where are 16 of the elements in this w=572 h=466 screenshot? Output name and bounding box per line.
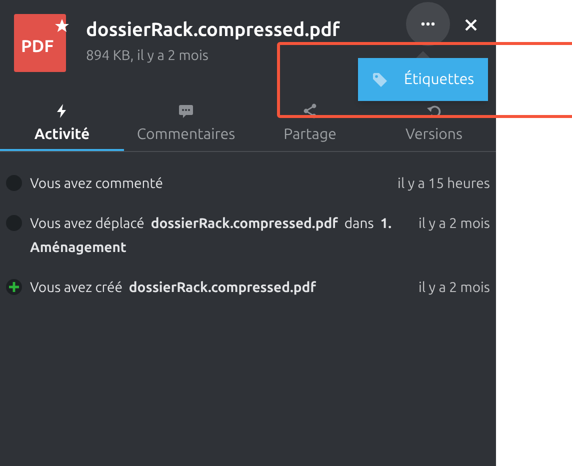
- activity-time: il y a 2 mois: [418, 278, 490, 297]
- file-name: dossierRack.compressed.pdf: [86, 17, 340, 42]
- activity-time: il y a 2 mois: [418, 214, 490, 233]
- activity-text: Vous avez déplacé dossierRack.compressed.pdf dans 1. Aménagement: [30, 214, 393, 257]
- comment-icon: [178, 103, 194, 120]
- activity-time: il y a 15 heures: [398, 174, 490, 193]
- activity-text: Vous avez créé dossierRack.compressed.pdf: [30, 278, 317, 297]
- tab[interactable]: Commentaires: [124, 100, 248, 151]
- more-button[interactable]: [406, 2, 450, 46]
- activity-text: Vous avez commenté: [30, 174, 164, 193]
- tag-icon: [372, 72, 388, 88]
- plus-icon: [6, 279, 22, 295]
- more-icon: [421, 22, 435, 26]
- tab[interactable]: Activité: [0, 100, 124, 151]
- icon-label: PDF: [21, 36, 54, 58]
- file-info: 894 KB, il y a 2 mois: [86, 46, 210, 65]
